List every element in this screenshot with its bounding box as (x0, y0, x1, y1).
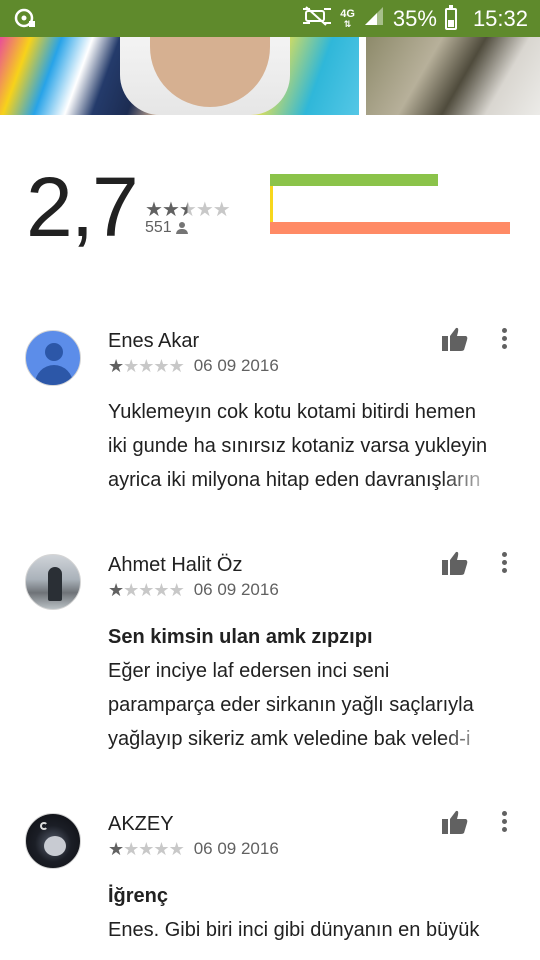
star-icon: ★ (145, 199, 163, 221)
star-icon: ★ (108, 580, 124, 600)
avatar (25, 813, 81, 869)
histogram-bar-middle (270, 186, 273, 222)
review-stars: ★★★★★ (108, 356, 185, 376)
review-meta: ★★★★★ 06 09 2016 (108, 580, 279, 600)
review-stars: ★★★★★ (108, 580, 185, 600)
star-icon: ★ (168, 356, 185, 376)
star-icon: ★ (153, 356, 169, 376)
star-icon: ★ (123, 580, 139, 600)
more-vert-icon[interactable] (494, 550, 514, 576)
review-meta: ★★★★★ 06 09 2016 (108, 839, 279, 859)
histogram-bar-top (270, 174, 438, 186)
star-icon: ★ (123, 356, 139, 376)
review-body: Eğer inciye laf edersen inci seni paramp… (108, 660, 474, 750)
star-icon: ★ (195, 199, 214, 221)
histogram-bar-bottom (270, 222, 510, 234)
avatar (25, 330, 81, 386)
star-icon: ★ (153, 580, 169, 600)
star-icon: ★ (123, 839, 139, 859)
review-meta: ★★★★★ 06 09 2016 (108, 356, 279, 376)
rating-count: 551 (145, 219, 188, 237)
more-vert-icon[interactable] (494, 326, 514, 352)
star-icon: ★ (168, 580, 185, 600)
app-screenshots[interactable] (0, 37, 540, 115)
reviewer-name: Enes Akar (108, 330, 200, 352)
thumb-up-icon[interactable] (441, 550, 469, 576)
star-icon: ★ (138, 839, 154, 859)
clock: 15:32 (472, 5, 528, 31)
star-icon: ★ (168, 839, 185, 859)
review-title: Sen kimsin ulan amk zıpzıpı (108, 626, 373, 648)
thumb-up-icon[interactable] (441, 809, 469, 835)
review-title: İğrenç (108, 885, 169, 907)
average-rating: 2,7 (26, 160, 139, 254)
screenshot-1[interactable] (0, 37, 359, 115)
review-body: Enes. Gibi biri inci gibi dünyanın en bü… (108, 919, 480, 941)
review-stars: ★★★★★ (108, 839, 185, 859)
screenshot-2[interactable] (366, 37, 540, 115)
star-icon: ★ (108, 839, 124, 859)
review-date: 06 09 2016 (193, 580, 279, 599)
network-type: 4G ⇅ (340, 7, 355, 29)
review-date: 06 09 2016 (193, 356, 279, 375)
avatar (25, 554, 81, 610)
mute-icon (302, 5, 332, 33)
star-icon: ★ (178, 199, 197, 221)
battery-text: 35% (392, 5, 437, 31)
star-icon: ★ (108, 356, 124, 376)
thumb-up-icon[interactable] (441, 326, 469, 352)
star-icon: ★ (212, 199, 231, 221)
star-icon: ★ (161, 199, 180, 221)
average-rating-stars: ★★★★★ (145, 199, 231, 221)
star-icon: ★ (138, 580, 154, 600)
signal-icon (363, 5, 385, 33)
person-icon (175, 222, 188, 234)
star-icon: ★ (153, 839, 169, 859)
star-icon: ★ (138, 356, 154, 376)
battery-icon (444, 4, 457, 30)
reviewer-name: AKZEY (108, 813, 174, 835)
review-body: Yuklemeyın cok kotu kotami bitirdi hemen… (108, 401, 488, 491)
status-bar: 4G ⇅ 35% 15:32 (0, 0, 540, 37)
rating-histogram (270, 174, 510, 236)
review-date: 06 09 2016 (193, 839, 279, 858)
media-icon (14, 7, 36, 34)
more-vert-icon[interactable] (494, 809, 514, 835)
reviewer-name: Ahmet Halit Öz (108, 554, 243, 576)
